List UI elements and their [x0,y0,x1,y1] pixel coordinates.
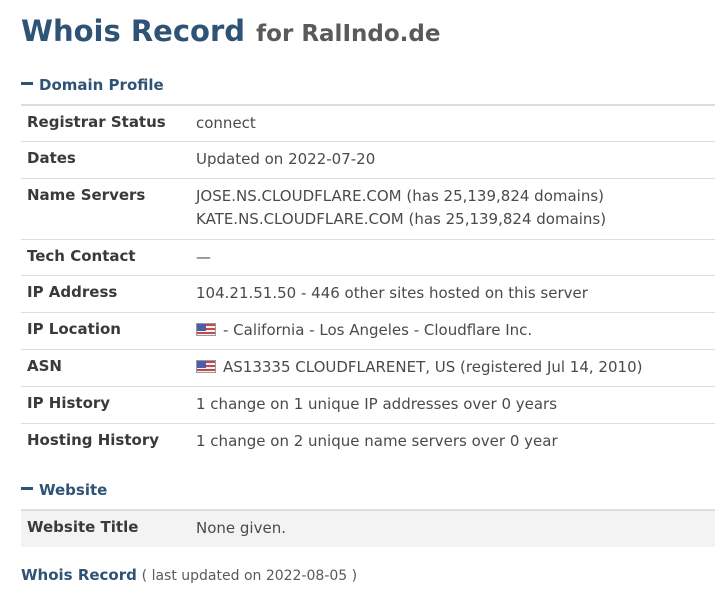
row-label: Hosting History [27,431,160,449]
name-server-item: KATE.NS.CLOUDFLARE.COM (has 25,139,824 d… [196,210,607,228]
domain-profile-table: Registrar Status connect Dates Updated o… [21,106,715,460]
row-label: ASN [27,357,62,375]
row-value: 1 change on 2 unique name servers over 0… [196,432,558,450]
row-value: connect [196,114,256,132]
row-label: Website Title [27,518,139,536]
us-flag-icon [196,323,216,336]
ip-location-text: - California - Los Angeles - Cloudflare … [223,321,533,339]
row-value: — [196,248,211,266]
row-value: 104.21.51.50 - 446 other sites hosted on… [196,284,588,302]
table-row-ip-location: IP Location - California - Los Angeles -… [21,313,715,350]
minus-icon [21,487,33,490]
table-row-website-title: Website Title None given. [21,511,715,547]
table-row-ip-address: IP Address 104.21.51.50 - 446 other site… [21,276,715,313]
row-value: None given. [196,519,286,537]
table-row-name-servers: Name Servers JOSE.NS.CLOUDFLARE.COM (has… [21,179,715,240]
section-website-toggle[interactable]: Website [21,479,107,501]
table-row-ip-history: IP History 1 change on 1 unique IP addre… [21,387,715,424]
row-value: JOSE.NS.CLOUDFLARE.COM (has 25,139,824 d… [196,185,606,231]
table-row-registrar-status: Registrar Status connect [21,106,715,142]
row-value: Updated on 2022-07-20 [196,150,376,168]
minus-icon [21,82,33,85]
table-row-hosting-history: Hosting History 1 change on 2 unique nam… [21,424,715,460]
page-title-main: Whois Record [21,14,246,48]
section-website-label: Website [39,481,108,499]
row-label: IP Location [27,320,121,338]
row-label: Name Servers [27,186,146,204]
row-value: AS13335 CLOUDFLARENET, US (registered Ju… [196,356,642,379]
asn-text: AS13335 CLOUDFLARENET, US (registered Ju… [223,358,643,376]
row-label: IP Address [27,283,118,301]
table-row-tech-contact: Tech Contact — [21,240,715,276]
section-domain-profile-label: Domain Profile [39,76,164,94]
row-label: Dates [27,149,76,167]
page-title: Whois Record for RalIndo.de [21,12,440,52]
website-table: Website Title None given. [21,511,715,547]
whois-record-link[interactable]: Whois Record [21,566,137,584]
table-row-asn: ASN AS13335 CLOUDFLARENET, US (registere… [21,350,715,387]
last-updated-note: ( last updated on 2022-08-05 ) [141,568,358,584]
row-value: - California - Los Angeles - Cloudflare … [196,319,532,342]
footer: Whois Record ( last updated on 2022-08-0… [21,566,357,584]
page-title-domain: for RalIndo.de [256,21,441,47]
section-domain-profile-toggle[interactable]: Domain Profile [21,74,164,96]
row-label: Tech Contact [27,247,136,265]
name-server-item: JOSE.NS.CLOUDFLARE.COM (has 25,139,824 d… [196,187,605,205]
table-row-dates: Dates Updated on 2022-07-20 [21,142,715,179]
us-flag-icon [196,360,216,373]
row-label: IP History [27,394,111,412]
row-label: Registrar Status [27,113,166,131]
row-value: 1 change on 1 unique IP addresses over 0… [196,395,558,413]
